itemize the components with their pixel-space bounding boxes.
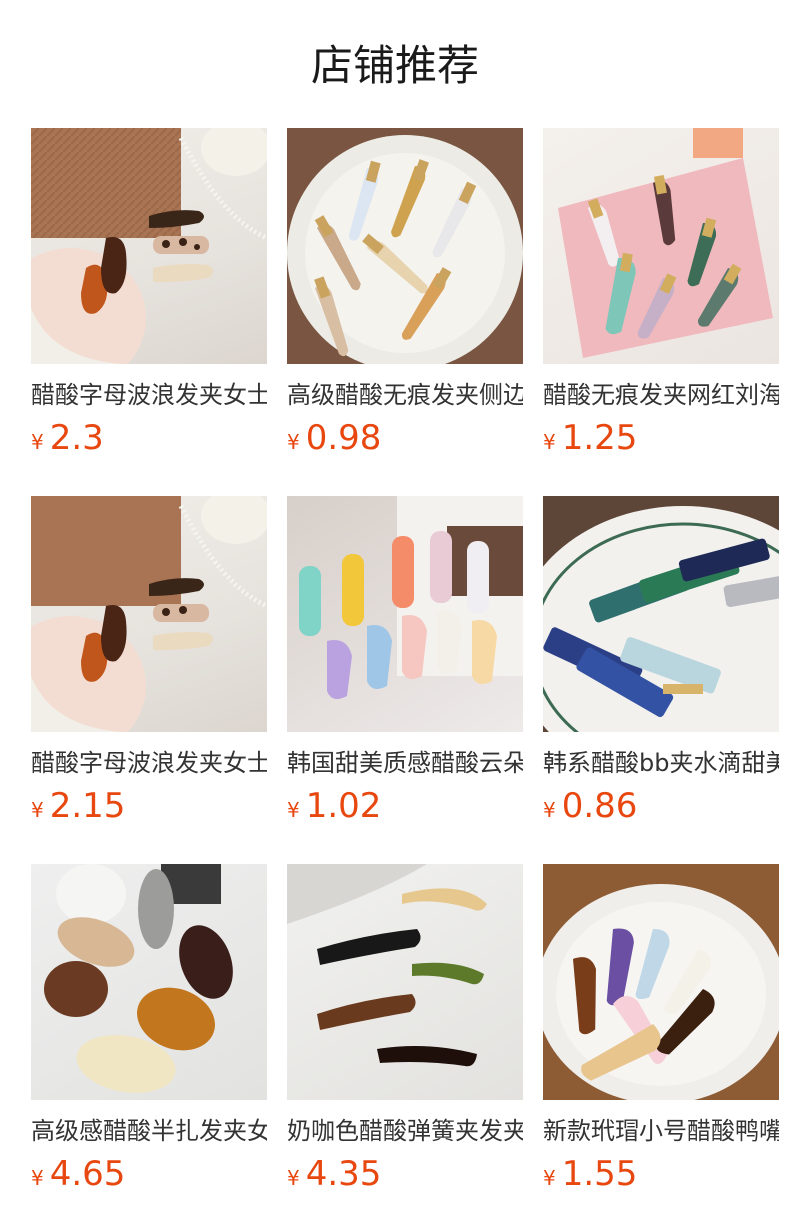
product-card[interactable]: 新款玳瑁小号醋酸鸭嘴 ¥1.55: [543, 864, 779, 1194]
product-image[interactable]: [287, 496, 523, 732]
price-value: 0.98: [305, 418, 382, 458]
product-name[interactable]: 韩系醋酸bb夹水滴甜美: [543, 746, 779, 780]
price-value: 1.55: [561, 1154, 638, 1194]
product-image[interactable]: [287, 128, 523, 364]
currency-symbol: ¥: [543, 1166, 556, 1190]
price-value: 2.15: [49, 786, 126, 826]
product-card[interactable]: 韩系醋酸bb夹水滴甜美 ¥0.86: [543, 496, 779, 826]
price-value: 1.02: [305, 786, 382, 826]
product-price: ¥4.35: [287, 1154, 523, 1194]
currency-symbol: ¥: [543, 430, 556, 454]
product-price: ¥0.98: [287, 418, 523, 458]
product-name[interactable]: 奶咖色醋酸弹簧夹发夹: [287, 1114, 523, 1148]
product-image[interactable]: [543, 128, 779, 364]
product-name[interactable]: 高级感醋酸半扎发夹女: [31, 1114, 267, 1148]
price-value: 2.3: [49, 418, 104, 458]
currency-symbol: ¥: [31, 798, 44, 822]
product-name[interactable]: 醋酸无痕发夹网红刘海: [543, 378, 779, 412]
product-card[interactable]: 韩国甜美质感醋酸云朵 ¥1.02: [287, 496, 523, 826]
product-price: ¥1.02: [287, 786, 523, 826]
price-value: 0.86: [561, 786, 638, 826]
currency-symbol: ¥: [287, 430, 300, 454]
currency-symbol: ¥: [31, 1166, 44, 1190]
product-price: ¥1.55: [543, 1154, 779, 1194]
product-image[interactable]: [287, 864, 523, 1100]
product-image[interactable]: [31, 496, 267, 732]
product-card[interactable]: 高级感醋酸半扎发夹女 ¥4.65: [31, 864, 267, 1194]
product-name[interactable]: 新款玳瑁小号醋酸鸭嘴: [543, 1114, 779, 1148]
product-price: ¥2.15: [31, 786, 267, 826]
product-name[interactable]: 高级醋酸无痕发夹侧边: [287, 378, 523, 412]
product-image[interactable]: [543, 496, 779, 732]
price-value: 1.25: [561, 418, 638, 458]
product-card[interactable]: 醋酸字母波浪发夹女士 ¥2.3: [31, 128, 267, 458]
product-image[interactable]: [31, 864, 267, 1100]
product-card[interactable]: 醋酸字母波浪发夹女士 ¥2.15: [31, 496, 267, 826]
product-image[interactable]: [31, 128, 267, 364]
product-image[interactable]: [543, 864, 779, 1100]
product-card[interactable]: 高级醋酸无痕发夹侧边 ¥0.98: [287, 128, 523, 458]
product-name[interactable]: 醋酸字母波浪发夹女士: [31, 378, 267, 412]
currency-symbol: ¥: [287, 798, 300, 822]
product-card[interactable]: 奶咖色醋酸弹簧夹发夹 ¥4.35: [287, 864, 523, 1194]
price-value: 4.65: [49, 1154, 126, 1194]
product-card[interactable]: 醋酸无痕发夹网红刘海 ¥1.25: [543, 128, 779, 458]
currency-symbol: ¥: [543, 798, 556, 822]
product-price: ¥4.65: [31, 1154, 267, 1194]
product-price: ¥2.3: [31, 418, 267, 458]
currency-symbol: ¥: [31, 430, 44, 454]
product-price: ¥1.25: [543, 418, 779, 458]
price-value: 4.35: [305, 1154, 382, 1194]
currency-symbol: ¥: [287, 1166, 300, 1190]
product-name[interactable]: 醋酸字母波浪发夹女士: [31, 746, 267, 780]
product-price: ¥0.86: [543, 786, 779, 826]
product-name[interactable]: 韩国甜美质感醋酸云朵: [287, 746, 523, 780]
page-title: 店铺推荐: [310, 41, 479, 90]
